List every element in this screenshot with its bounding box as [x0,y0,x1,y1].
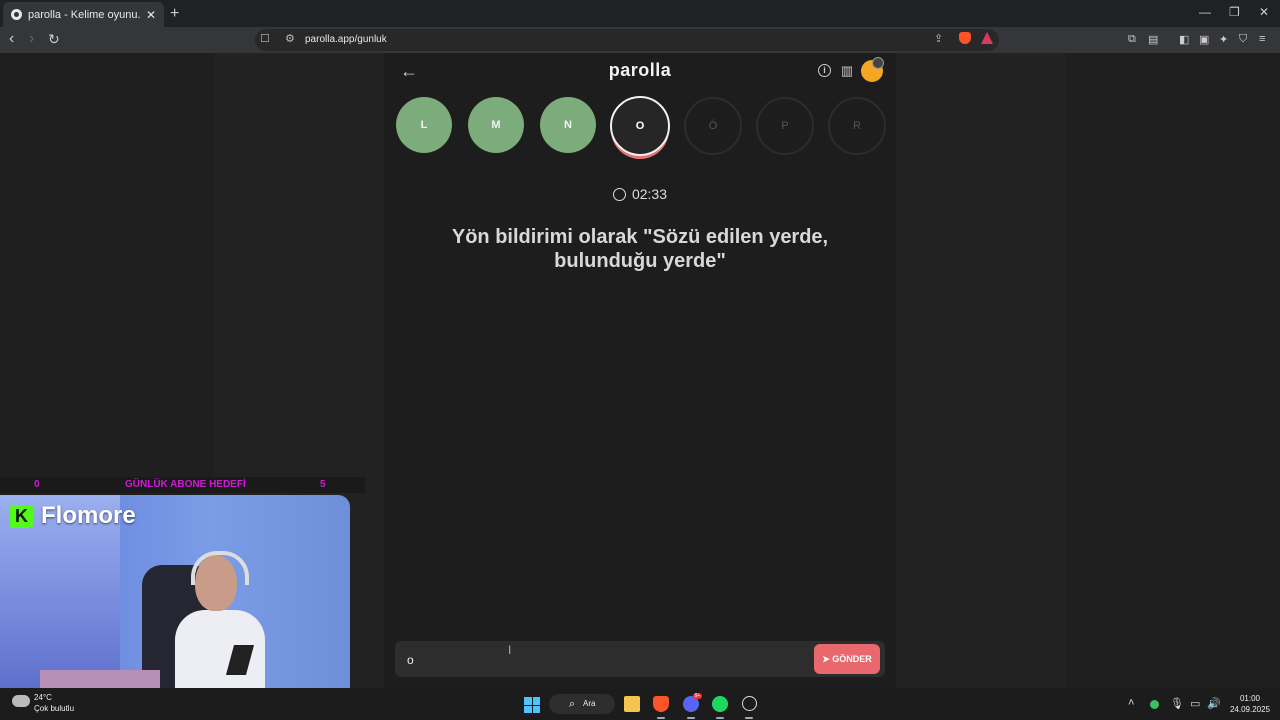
site-info-icon[interactable]: ⚙ [285,32,295,45]
letter-circle-l: L [396,97,452,153]
kick-logo-icon: K [10,504,33,528]
goal-current: 0 [34,479,40,490]
leo-ai-icon[interactable]: ✦ [1219,33,1228,46]
reader-icon[interactable]: ▤ [1148,33,1158,46]
cloud-icon [12,695,30,707]
tray-overflow-icon[interactable]: ˄ [1128,697,1134,709]
spotify-icon[interactable] [712,696,728,712]
back-arrow-icon[interactable]: ← [400,61,418,82]
discord-badge: 9+ [693,693,702,699]
clock-date: 24.09.2025 [1229,705,1271,714]
sidebar-icon[interactable]: ◧ [1179,33,1189,46]
minimize-icon[interactable]: — [1199,5,1211,19]
mask-icon [872,57,884,69]
start-button[interactable] [524,697,540,713]
send-label: GÖNDER [832,654,872,664]
question-text: Yön bildirimi olarak "Sözü edilen yerde,… [451,226,829,272]
answer-input[interactable] [405,650,789,670]
file-explorer-icon[interactable] [624,696,640,712]
taskbar-search[interactable]: ⌕ Ara [549,694,615,714]
streamer-brand: K Flomore [10,502,136,530]
letter-circle-r: R [828,97,886,155]
running-app-indicator [687,717,695,719]
restore-icon[interactable]: ❐ [1229,5,1240,19]
wallet-icon[interactable]: ▣ [1199,33,1209,46]
chatgpt-icon[interactable] [742,696,757,711]
volume-icon[interactable]: 🔊 [1207,697,1221,710]
address-bar[interactable]: ☐ ⚙ parolla.app/gunluk ⇪ [255,29,999,51]
menu-icon[interactable]: ≡ [1259,33,1265,45]
reload-icon[interactable]: ↻ [48,31,60,47]
share-icon[interactable]: ⇪ [934,32,943,45]
headphones-icon [191,551,249,585]
text-cursor-icon: I [508,643,512,657]
brave-shields-icon[interactable] [959,32,971,44]
goal-label: GÜNLÜK ABONE HEDEFİ [125,479,246,490]
send-button[interactable]: ➤ GÖNDER [814,644,880,674]
streamer-figure [175,551,265,690]
parolla-favicon-icon [11,9,22,20]
system-clock[interactable]: 01:00 24.09.2025 [1228,693,1272,715]
parolla-logo[interactable]: parolla [560,60,720,81]
browser-tab-strip: parolla - Kelime oyunu. Günlük k ✕ + — ❐… [0,0,1280,27]
subscriber-goal-bar: 0 GÜNLÜK ABONE HEDEFİ 5 [0,477,365,493]
vpn-icon[interactable]: ⛉ [1239,33,1247,46]
search-icon: ⌕ [569,698,576,710]
extensions-icon[interactable]: ⧉ [1128,33,1136,46]
running-app-indicator [745,717,753,719]
letter-circle-p: P [756,97,814,155]
letter-circle-o-umlaut: Ö [684,97,742,155]
goal-target: 5 [320,479,326,490]
active-app-indicator [657,717,665,719]
weather-condition: Çok bulutlu [34,704,75,713]
close-tab-icon[interactable]: ✕ [144,8,158,22]
weather-temp: 24°C [34,693,52,702]
letter-circle-n: N [540,97,596,153]
taskbar: 24°C Çok bulutlu ⌕ Ara 9+ ˄ 🎙 ▭ 🔊 01:00 … [0,688,1280,720]
clock-icon [612,188,626,201]
tab-title: parolla - Kelime oyunu. Günlük k [28,8,144,21]
search-label: Ara [583,699,596,708]
info-icon[interactable]: i [818,64,831,77]
brave-rewards-icon[interactable] [981,32,993,44]
desk [40,670,160,690]
running-app-indicator [716,717,724,719]
timer-value: 02:33 [631,186,668,202]
new-tab-icon[interactable]: + [170,5,179,23]
network-icon[interactable]: ▭ [1190,697,1200,710]
bookmark-icon[interactable]: ☐ [260,32,270,45]
letter-circle-m: M [468,97,524,153]
clock-time: 01:00 [1239,694,1261,703]
stats-icon[interactable]: ▥ [840,64,854,78]
browser-toolbar: ‹ › ↻ ☐ ⚙ parolla.app/gunluk ⇪ ⧉ ▤ ◧ ▣ ✦… [0,27,1280,53]
status-dot-icon[interactable] [1150,700,1159,709]
answer-bar: ➤ GÖNDER [395,641,885,677]
avatar[interactable] [861,57,884,82]
timer: 02:33 [560,186,720,202]
back-nav-icon[interactable]: ‹ [9,31,14,47]
close-window-icon[interactable]: ✕ [1259,5,1269,19]
streamer-name: Flomore [41,502,136,529]
url-text: parolla.app/gunluk [305,34,387,45]
forward-nav-icon[interactable]: › [29,31,34,47]
browser-tab[interactable]: parolla - Kelime oyunu. Günlük k ✕ [3,2,164,27]
microphone-icon[interactable]: 🎙 [1170,697,1184,710]
letter-circle-o-current: O [610,96,670,156]
brave-browser-icon[interactable] [653,696,669,712]
